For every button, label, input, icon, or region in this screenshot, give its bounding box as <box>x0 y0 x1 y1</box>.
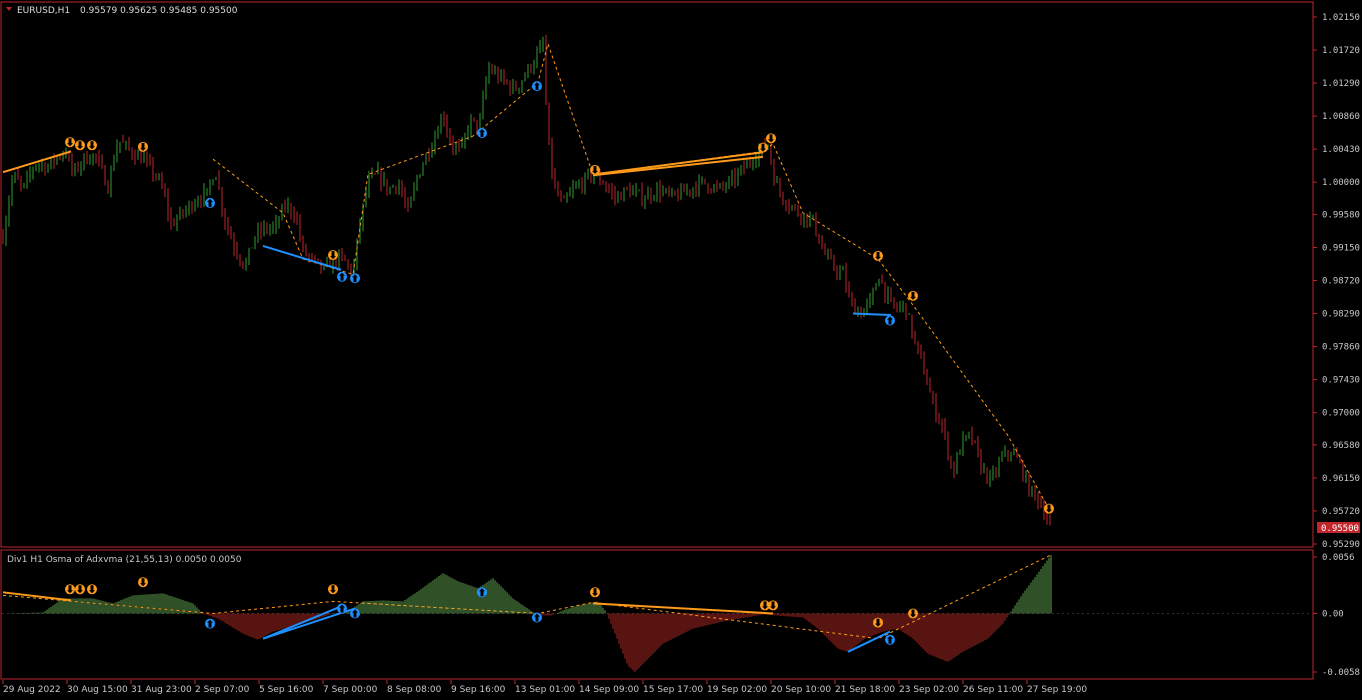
indicator-bullish-arrow <box>885 634 895 645</box>
price-tick-label: 1.01290 <box>1322 79 1360 89</box>
current-price-label: 0.95500 <box>1321 524 1359 534</box>
indicator-bullish-arrow <box>205 618 215 629</box>
time-tick-label: 14 Sep 09:00 <box>579 685 639 695</box>
bearish-arrow-marker <box>873 250 883 261</box>
indicator-bearish-arrow <box>328 584 338 595</box>
bearish-arrow-marker <box>908 290 918 301</box>
bearish-arrow-marker <box>1044 503 1054 514</box>
bullish-arrow-marker <box>532 81 542 92</box>
time-tick-label: 8 Sep 08:00 <box>387 685 442 695</box>
price-tick-label: 0.95290 <box>1322 540 1360 550</box>
time-tick-label: 19 Sep 02:00 <box>707 685 767 695</box>
price-tick-label: 0.95720 <box>1322 507 1360 517</box>
time-tick-label: 13 Sep 01:00 <box>515 685 575 695</box>
bearish-arrow-marker <box>87 140 97 151</box>
time-tick-label: 7 Sep 00:00 <box>323 685 378 695</box>
indicator-bearish-arrow <box>65 584 75 595</box>
indicator-bullish-arrow <box>477 587 487 598</box>
indicator-bearish-arrow <box>75 584 85 595</box>
ohlc-values: 0.95579 0.95625 0.95485 0.95500 <box>80 6 238 16</box>
time-tick-label: 26 Sep 11:00 <box>963 685 1023 695</box>
price-tick-label: 0.99150 <box>1322 243 1360 253</box>
bearish-arrow-marker <box>75 140 85 151</box>
time-tick-label: 5 Sep 16:00 <box>259 685 314 695</box>
indicator-title: Div1 H1 Osma of Adxvma (21,55,13) 0.0050… <box>7 555 242 565</box>
time-tick-label: 30 Aug 15:00 <box>67 685 128 695</box>
indicator-bearish-arrow <box>590 587 600 598</box>
bearish-arrow-marker <box>65 137 75 148</box>
price-tick-label: 1.00000 <box>1322 178 1360 188</box>
price-tick-label: 0.98720 <box>1322 277 1360 287</box>
indicator-bearish-arrow <box>768 600 778 611</box>
time-tick-label: 15 Sep 17:00 <box>643 685 703 695</box>
indicator-tick-label: -0.0058 <box>1322 668 1360 678</box>
price-tick-label: 0.98290 <box>1322 310 1360 320</box>
bullish-arrow-marker <box>885 315 895 326</box>
chart-background <box>0 0 1362 700</box>
bullish-arrow-marker <box>337 271 347 282</box>
price-tick-label: 1.00430 <box>1322 145 1360 155</box>
indicator-bullish-arrow <box>532 612 542 623</box>
time-tick-label: 23 Sep 02:00 <box>899 685 959 695</box>
indicator-tick-label: 0.0056 <box>1322 553 1355 563</box>
price-tick-label: 0.99580 <box>1322 210 1360 220</box>
price-tick-label: 1.01720 <box>1322 46 1360 56</box>
time-tick-label: 27 Sep 19:00 <box>1027 685 1087 695</box>
time-tick-label: 29 Aug 2022 <box>3 685 61 695</box>
indicator-bullish-arrow <box>350 608 360 619</box>
bearish-arrow-marker <box>328 250 338 261</box>
bearish-arrow-marker <box>758 142 768 153</box>
indicator-bearish-arrow <box>138 577 148 588</box>
time-tick-label: 21 Sep 18:00 <box>835 685 895 695</box>
price-tick-label: 0.97430 <box>1322 376 1360 386</box>
price-tick-label: 0.97860 <box>1322 343 1360 353</box>
time-tick-label: 20 Sep 10:00 <box>771 685 831 695</box>
bullish-arrow-marker <box>477 128 487 139</box>
price-tick-label: 0.96580 <box>1322 441 1360 451</box>
bearish-arrow-marker <box>138 141 148 152</box>
chart-window[interactable]: 1.02150 1.01720 1.01290 1.00860 1.00430 1.000… <box>0 0 1362 700</box>
indicator-bullish-arrow <box>337 603 347 614</box>
price-tick-label: 1.00860 <box>1322 112 1360 122</box>
bearish-arrow-marker <box>766 133 776 144</box>
time-tick-label: 31 Aug 23:00 <box>131 685 192 695</box>
bearish-arrow-marker <box>590 164 600 175</box>
price-tick-label: 0.96150 <box>1322 474 1360 484</box>
indicator-bearish-arrow <box>87 584 97 595</box>
indicator-bearish-arrow <box>873 617 883 628</box>
bullish-arrow-marker <box>205 197 215 208</box>
price-tick-label: 0.97000 <box>1322 409 1360 419</box>
indicator-tick-label: 0.00 <box>1322 609 1344 619</box>
indicator-bearish-arrow <box>908 608 918 619</box>
time-tick-label: 9 Sep 16:00 <box>451 685 506 695</box>
symbol-label: EURUSD,H1 <box>17 6 70 16</box>
time-tick-label: 2 Sep 07:00 <box>195 685 250 695</box>
bullish-arrow-marker <box>350 273 360 284</box>
price-tick-label: 1.02150 <box>1322 13 1360 23</box>
